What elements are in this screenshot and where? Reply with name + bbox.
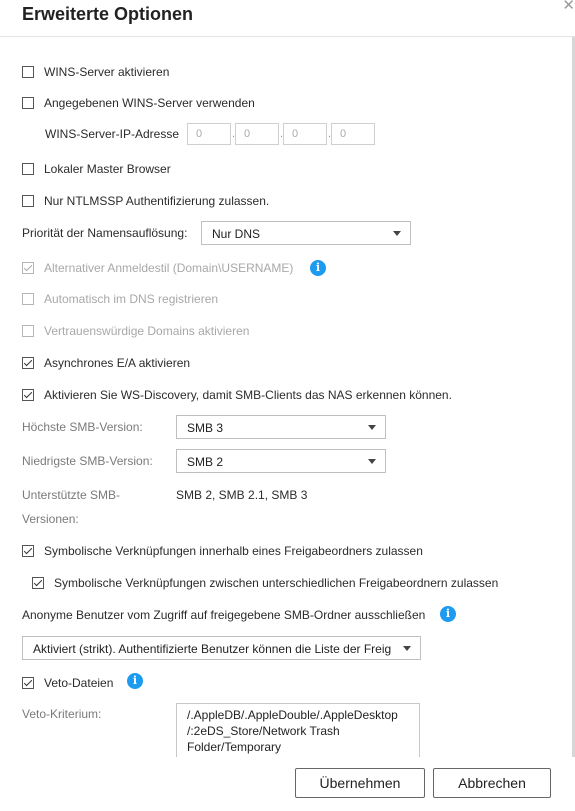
wins-enable-option[interactable]: WINS-Server aktivieren [22,64,169,80]
smb-max-select[interactable]: SMB 3 [176,415,386,439]
dialog-title: Erweiterte Optionen [22,4,194,24]
smb-supported-value: SMB 2, SMB 2.1, SMB 3 [176,488,308,502]
smb-min-label: Niedrigste SMB-Version: [22,454,153,468]
wins-specified-checkbox[interactable] [22,97,34,109]
veto-criteria-label: Veto-Kriterium: [22,707,102,721]
name-resolution-select[interactable]: Nur DNS [201,221,411,245]
symlink-between-option[interactable]: Symbolische Verknüpfungen zwischen unter… [32,575,498,591]
smb-max-value: SMB 3 [187,421,224,435]
ws-discovery-label: Aktivieren Sie WS-Discovery, damit SMB-C… [44,388,452,402]
async-io-option[interactable]: Asynchrones E/A aktivieren [22,355,190,371]
veto-criteria-line: /.AppleDB/.AppleDouble/.AppleDesktop [187,708,398,722]
wins-ip-label: WINS-Server-IP-Adresse [45,127,180,141]
chevron-down-icon [368,425,376,430]
symlink-within-label: Symbolische Verknüpfungen innerhalb eine… [44,544,423,558]
ntlmssp-label: Nur NTLMSSP Authentifizierung zulassen. [44,194,270,208]
dialog-header: Erweiterte Optionen ✕ [0,0,575,37]
alt-login-option: Alternativer Anmeldestil (Domain\USERNAM… [22,260,293,276]
local-master-checkbox[interactable] [22,163,34,175]
smb-max-label: Höchste SMB-Version: [22,420,143,434]
trusted-domains-option: Vertrauenswürdige Domains aktivieren [22,323,249,339]
info-icon[interactable]: i [440,606,456,622]
dns-register-option: Automatisch im DNS registrieren [22,291,218,307]
wins-enable-label: WINS-Server aktivieren [44,65,170,79]
veto-criteria-textarea[interactable]: /.AppleDB/.AppleDouble/.AppleDesktop /:2… [176,703,420,757]
ntlmssp-option[interactable]: Nur NTLMSSP Authentifizierung zulassen. [22,193,269,209]
local-master-label: Lokaler Master Browser [44,162,171,176]
dns-register-checkbox [22,293,34,305]
alt-login-label: Alternativer Anmeldestil (Domain\USERNAM… [44,261,294,275]
symlink-between-label: Symbolische Verknüpfungen zwischen unter… [54,576,499,590]
smb-supported-label: Unterstützte SMB- [22,488,121,502]
trusted-domains-checkbox [22,325,34,337]
wins-specified-option[interactable]: Angegebenen WINS-Server verwenden [22,95,255,111]
veto-files-checkbox[interactable] [22,677,34,689]
symlink-within-option[interactable]: Symbolische Verknüpfungen innerhalb eine… [22,543,423,559]
local-master-option[interactable]: Lokaler Master Browser [22,161,171,177]
ntlmssp-checkbox[interactable] [22,195,34,207]
veto-files-label: Veto-Dateien [44,676,114,690]
wins-ip-octet-3[interactable]: 0 [283,123,327,145]
trusted-domains-label: Vertrauenswürdige Domains aktivieren [44,324,250,338]
veto-criteria-line: /:2eDS_Store/Network Trash [187,724,340,738]
cancel-button[interactable]: Abbrechen [433,768,551,798]
smb-min-value: SMB 2 [187,455,224,469]
name-resolution-label: Priorität der Namensauflösung: [22,226,188,240]
apply-button[interactable]: Übernehmen [295,768,425,798]
alt-login-checkbox [22,262,34,274]
anon-users-label: Anonyme Benutzer vom Zugriff auf freigeg… [22,608,426,622]
veto-criteria-line: Folder/Temporary [187,740,282,754]
name-resolution-value: Nur DNS [212,227,261,241]
chevron-down-icon [393,231,401,236]
wins-ip-octet-2[interactable]: 0 [235,123,279,145]
symlink-between-checkbox[interactable] [32,577,44,589]
ws-discovery-checkbox[interactable] [22,389,34,401]
info-icon[interactable]: i [310,260,326,276]
veto-files-option[interactable]: Veto-Dateien [22,675,113,691]
smb-supported-label-2: Versionen: [22,512,79,526]
info-icon[interactable]: i [127,673,143,689]
symlink-within-checkbox[interactable] [22,545,34,557]
wins-specified-label: Angegebenen WINS-Server verwenden [44,96,255,110]
wins-ip-octet-4[interactable]: 0 [331,123,375,145]
async-io-checkbox[interactable] [22,357,34,369]
close-icon[interactable]: ✕ [562,0,575,14]
anon-users-select[interactable]: Aktiviert (strikt). Authentifizierte Ben… [22,636,421,660]
anon-users-value: Aktiviert (strikt). Authentifizierte Ben… [33,642,392,656]
dns-register-label: Automatisch im DNS registrieren [44,292,219,306]
chevron-down-icon [368,459,376,464]
ws-discovery-option[interactable]: Aktivieren Sie WS-Discovery, damit SMB-C… [22,387,452,403]
smb-min-select[interactable]: SMB 2 [176,449,386,473]
wins-ip-octet-1[interactable]: 0 [187,123,231,145]
async-io-label: Asynchrones E/A aktivieren [44,356,191,370]
chevron-down-icon [403,646,411,651]
wins-enable-checkbox[interactable] [22,66,34,78]
